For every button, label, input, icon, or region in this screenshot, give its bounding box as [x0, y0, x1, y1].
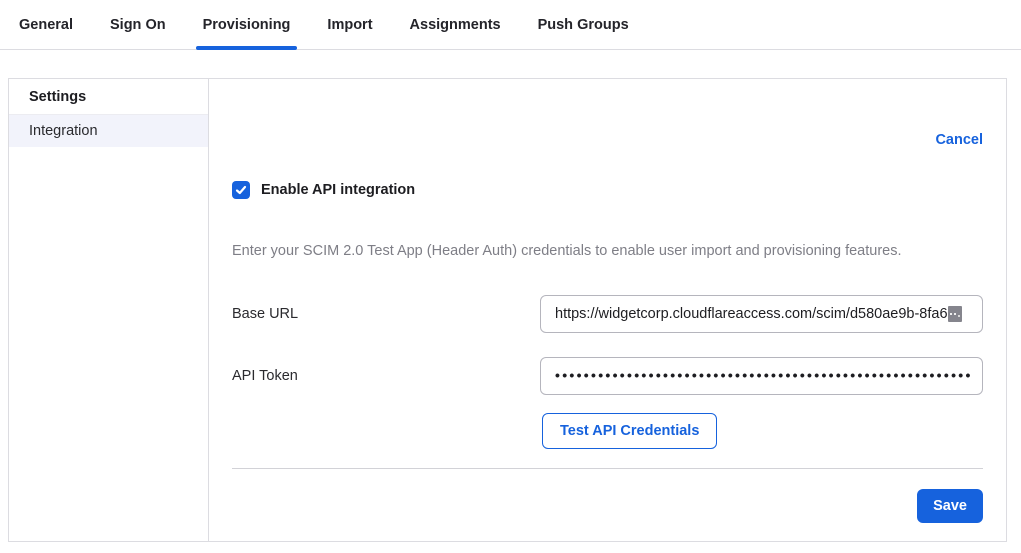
cancel-button[interactable]: Cancel — [935, 132, 983, 148]
enable-api-label: Enable API integration — [261, 182, 415, 198]
tab-assignments[interactable]: Assignments — [410, 2, 501, 47]
api-token-row: API Token ••••••••••••••••••••••••••••••… — [232, 357, 983, 395]
tab-provisioning[interactable]: Provisioning — [203, 2, 291, 47]
provisioning-panel: Settings Integration Cancel Enable API i… — [8, 78, 1007, 542]
settings-sidebar: Settings Integration — [9, 79, 209, 541]
sidebar-heading: Settings — [9, 79, 208, 115]
enable-api-checkbox[interactable] — [232, 181, 250, 199]
save-button[interactable]: Save — [917, 489, 983, 523]
test-credentials-row: Test API Credentials — [542, 413, 983, 449]
base-url-row: Base URL https://widgetcorp.cloudflareac… — [232, 295, 983, 333]
base-url-value: https://widgetcorp.cloudflareaccess.com/… — [555, 306, 948, 322]
api-token-input[interactable]: ••••••••••••••••••••••••••••••••••••••••… — [540, 357, 983, 395]
base-url-input[interactable]: https://widgetcorp.cloudflareaccess.com/… — [540, 295, 983, 333]
cancel-row: Cancel — [232, 131, 983, 149]
text-truncation-icon — [948, 306, 962, 322]
api-token-label: API Token — [232, 368, 298, 384]
base-url-label: Base URL — [232, 306, 298, 322]
checkmark-icon — [235, 184, 247, 196]
integration-form: Cancel Enable API integration Enter your… — [209, 79, 1006, 541]
save-row: Save — [232, 489, 983, 523]
test-api-credentials-button[interactable]: Test API Credentials — [542, 413, 717, 449]
credentials-description: Enter your SCIM 2.0 Test App (Header Aut… — [232, 243, 983, 259]
enable-api-row: Enable API integration — [232, 181, 983, 199]
form-divider — [232, 468, 983, 469]
tab-push-groups[interactable]: Push Groups — [538, 2, 629, 47]
sidebar-item-integration[interactable]: Integration — [9, 115, 208, 147]
tab-import[interactable]: Import — [327, 2, 372, 47]
tab-sign-on[interactable]: Sign On — [110, 2, 166, 47]
app-tab-bar: General Sign On Provisioning Import Assi… — [0, 0, 1021, 50]
tab-general[interactable]: General — [19, 2, 73, 47]
api-token-masked-value: ••••••••••••••••••••••••••••••••••••••••… — [555, 367, 973, 383]
